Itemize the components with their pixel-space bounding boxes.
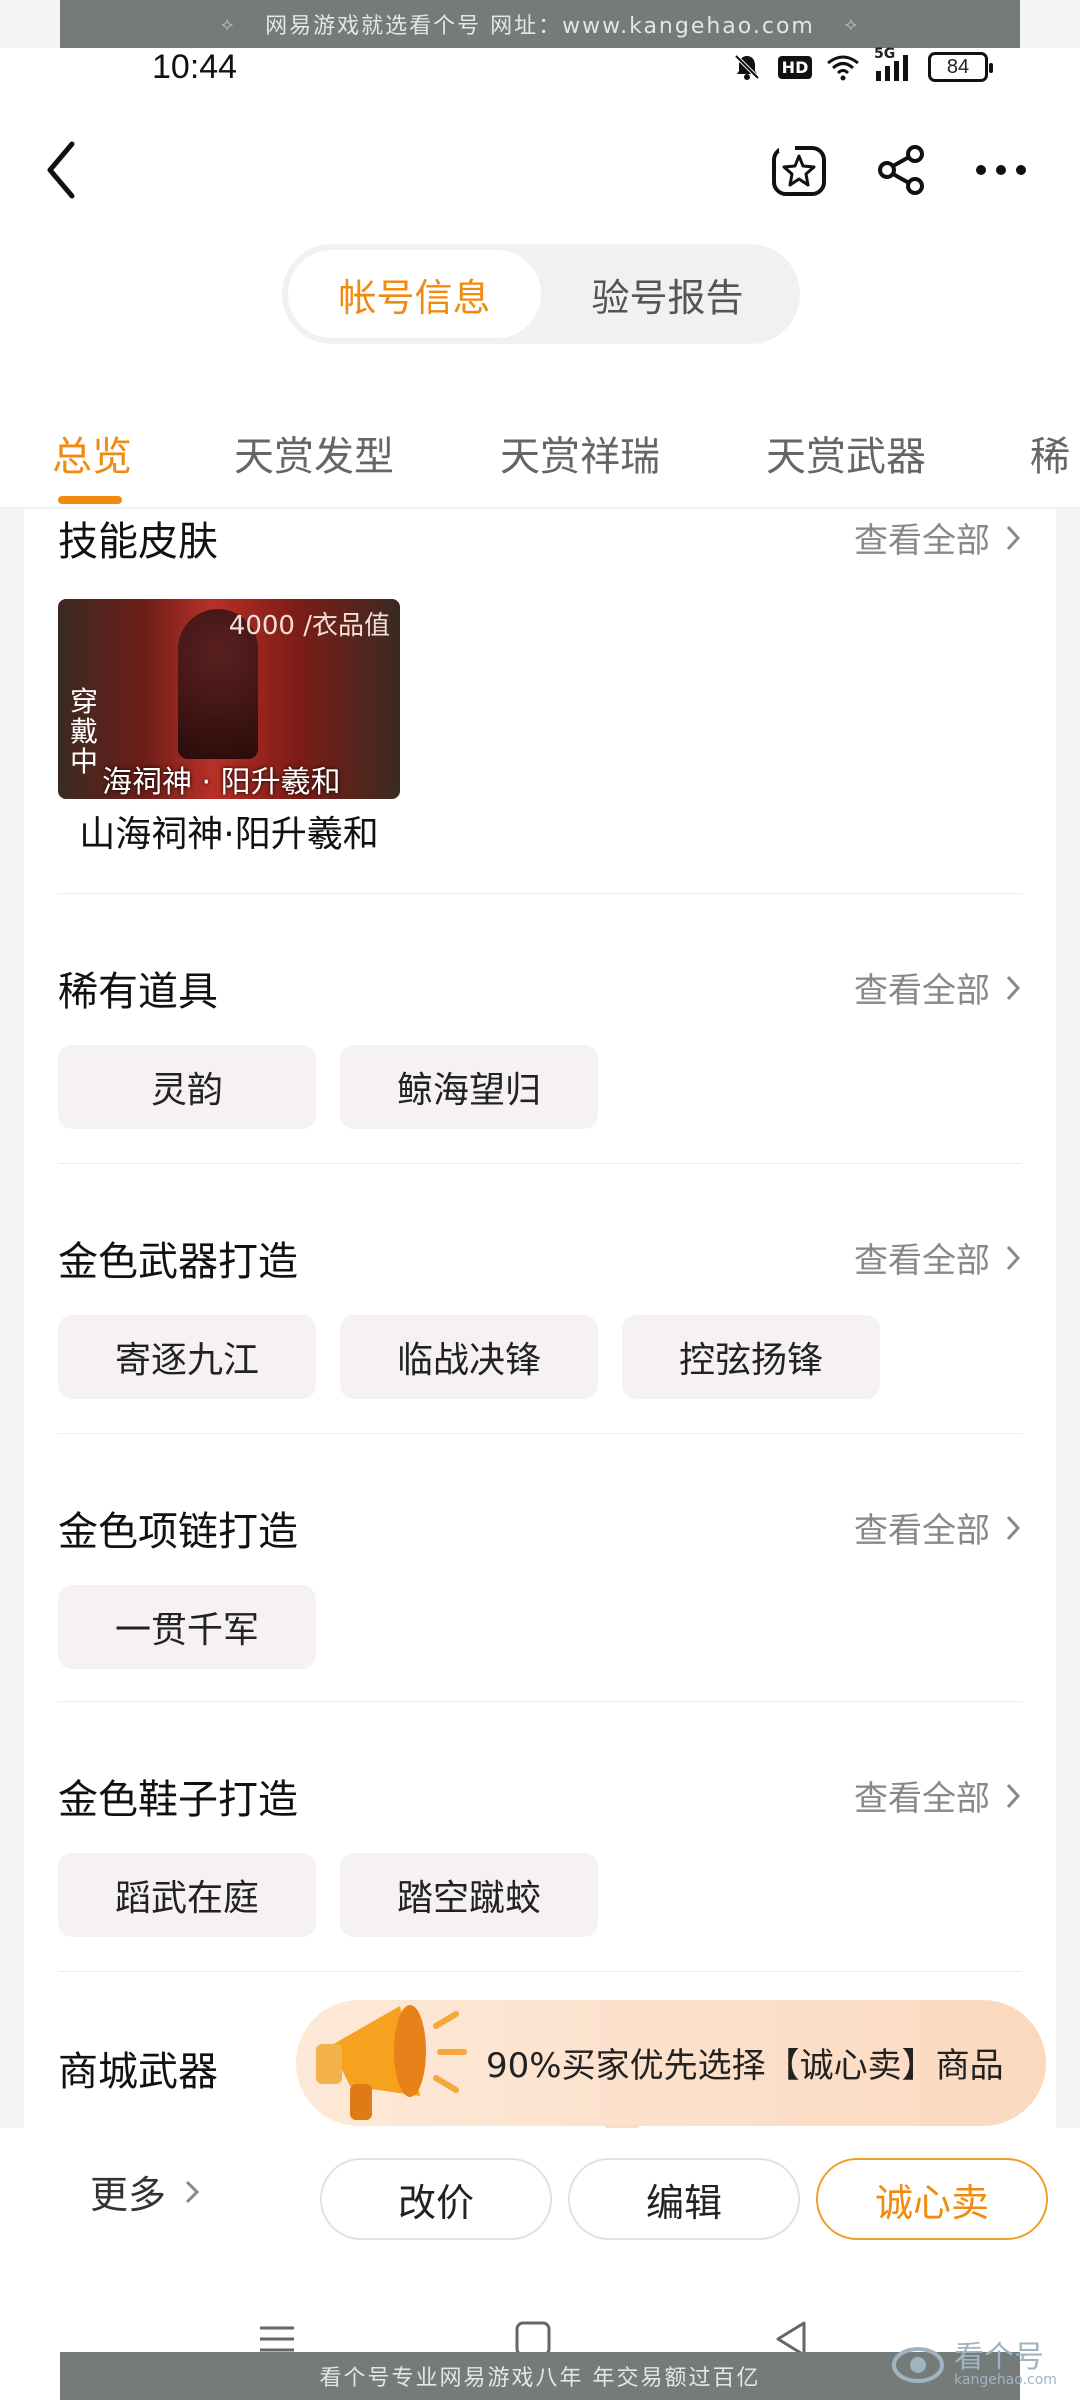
section-title: 金色武器打造 [58, 1239, 298, 1285]
logo-subtext: kangehao.com [954, 2372, 1057, 2388]
section-skill-skin: 技能皮肤 查看全部 4000 /衣品值 穿戴中 海祠神 · 阳升羲和 山海祠神·… [58, 509, 1022, 889]
watermark-top-text: 网易游戏就选看个号 网址：www.kangehao.com [265, 14, 815, 39]
skin-name: 山海祠神·阳升羲和 [79, 814, 379, 855]
segment-account-info[interactable]: 帐号信息 [288, 250, 541, 338]
divider [58, 1701, 1022, 1702]
tab-hairstyle[interactable]: 天赏发型 [234, 424, 394, 482]
tab-rare[interactable]: 稀 [1030, 424, 1070, 482]
wifi-icon [826, 52, 860, 82]
more-dots-icon [976, 165, 1026, 175]
megaphone-icon [310, 1986, 480, 2126]
ornament-icon: ⟡ [844, 13, 859, 35]
view-all-link[interactable]: 查看全部 [854, 1771, 1022, 1820]
chevron-right-icon [1006, 975, 1021, 1000]
eye-logo-icon [892, 2347, 944, 2383]
chevron-right-icon [1006, 525, 1021, 550]
watermark-bottom-text: 看个号专业网易游戏八年 年交易额过百亿 [319, 2366, 761, 2391]
section-title: 技能皮肤 [58, 519, 218, 565]
chevron-right-icon [185, 2180, 200, 2203]
status-time: 10:44 [152, 48, 238, 86]
section-gold-shoes: 金色鞋子打造 查看全部 蹈武在庭 踏空蹴蛟 [58, 1767, 1022, 1947]
tab-underline [58, 496, 122, 504]
item-chip[interactable]: 临战决锋 [340, 1315, 598, 1399]
status-icons: HD 5G 84 [730, 46, 993, 82]
divider [58, 1163, 1022, 1164]
chevron-right-icon [1006, 1783, 1021, 1808]
back-button[interactable] [40, 138, 84, 202]
tab-overview[interactable]: 总览 [52, 424, 132, 482]
bell-muted-icon [730, 52, 764, 82]
skin-value-text: 4000 /衣品值 [228, 611, 390, 641]
edit-button[interactable]: 编辑 [568, 2158, 800, 2240]
watermark-top: ⟡ 网易游戏就选看个号 网址：www.kangehao.com ⟡ [60, 0, 1020, 48]
share-button[interactable] [866, 138, 936, 202]
section-title: 金色鞋子打造 [58, 1777, 298, 1823]
wearing-badge: 穿戴中 [69, 685, 98, 778]
section-title: 金色项链打造 [58, 1509, 298, 1555]
chevron-right-icon [1006, 1245, 1021, 1270]
segment-control: 帐号信息 验号报告 [282, 244, 800, 344]
sincere-sell-button[interactable]: 诚心卖 [816, 2158, 1048, 2240]
tab-weapon[interactable]: 天赏武器 [766, 424, 926, 482]
item-chip[interactable]: 踏空蹴蛟 [340, 1853, 598, 1937]
favorite-star-icon [772, 142, 826, 196]
section-title: 商城武器 [58, 2049, 218, 2095]
tab-auspicious[interactable]: 天赏祥瑞 [500, 424, 660, 482]
segment-inspection-report[interactable]: 验号报告 [541, 250, 794, 338]
skin-thumbnail[interactable]: 4000 /衣品值 穿戴中 海祠神 · 阳升羲和 [58, 599, 400, 799]
watermark-bottom: 看个号专业网易游戏八年 年交易额过百亿 [60, 2352, 1020, 2400]
item-chip[interactable]: 控弦扬锋 [622, 1315, 880, 1399]
section-gold-necklace: 金色项链打造 查看全部 一贯千军 [58, 1499, 1022, 1679]
section-gold-weapon: 金色武器打造 查看全部 寄逐九江 临战决锋 控弦扬锋 [58, 1229, 1022, 1409]
item-chip[interactable]: 鲸海望归 [340, 1045, 598, 1129]
item-chip[interactable]: 寄逐九江 [58, 1315, 316, 1399]
skin-banner-text: 海祠神 · 阳升羲和 [102, 765, 341, 799]
section-title: 稀有道具 [58, 969, 218, 1015]
change-price-button[interactable]: 改价 [320, 2158, 552, 2240]
favorite-button[interactable] [764, 138, 834, 202]
item-chip[interactable]: 蹈武在庭 [58, 1853, 316, 1937]
more-button[interactable] [966, 138, 1036, 202]
divider [58, 1971, 1022, 1972]
more-button[interactable]: 更多 [90, 2164, 200, 2219]
watermark-logo: 看个号 kangehao.com [890, 2330, 1066, 2400]
hd-icon: HD [777, 52, 813, 82]
divider [58, 1433, 1022, 1434]
logo-text: 看个号 [954, 2340, 1044, 2375]
view-all-link[interactable]: 查看全部 [854, 963, 1022, 1012]
view-all-link[interactable]: 查看全部 [854, 1503, 1022, 1552]
network-label: 5G [874, 46, 896, 62]
signal-icon: 5G [874, 46, 914, 82]
category-tabs: 总览 天赏发型 天赏祥瑞 天赏武器 稀 [0, 380, 1080, 508]
ornament-icon: ⟡ [221, 13, 236, 35]
divider [58, 893, 1022, 894]
bottom-action-bar: 更多 改价 编辑 诚心卖 [0, 2128, 1080, 2310]
item-chip[interactable]: 一贯千军 [58, 1585, 316, 1669]
chevron-right-icon [1006, 1515, 1021, 1540]
share-icon [878, 145, 924, 195]
view-all-link[interactable]: 查看全部 [854, 513, 1022, 562]
promo-text: 90%买家优先选择【诚心卖】商品 [486, 2046, 1004, 2086]
status-bar: 10:44 HD 5G 84 [0, 46, 1080, 88]
view-all-link[interactable]: 查看全部 [854, 1233, 1022, 1282]
content-card: 技能皮肤 查看全部 4000 /衣品值 穿戴中 海祠神 · 阳升羲和 山海祠神·… [24, 509, 1056, 2129]
section-rare-items: 稀有道具 查看全部 灵韵 鲸海望归 [58, 959, 1022, 1139]
item-chip[interactable]: 灵韵 [58, 1045, 316, 1129]
battery-icon: 84 [928, 52, 993, 82]
